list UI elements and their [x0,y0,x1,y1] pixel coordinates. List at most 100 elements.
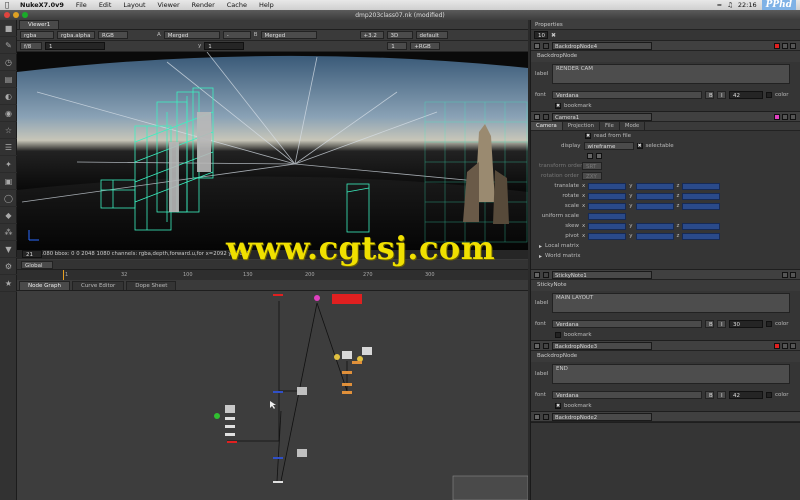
dot-node[interactable] [273,481,283,483]
time-tools-icon[interactable]: ◷ [0,54,17,71]
close-panel-icon[interactable] [790,342,796,349]
read-from-file-checkbox[interactable]: ✖ [585,133,591,139]
b-input-dropdown[interactable]: Merged [260,31,317,39]
menu-edit[interactable]: Edit [93,1,118,9]
read-node[interactable] [297,449,307,457]
node-graph-minimap[interactable] [452,475,528,500]
font-dropdown[interactable]: Verdana [552,91,702,99]
label-textarea[interactable]: MAIN LAYOUT [552,293,790,313]
camera-node[interactable] [332,294,362,304]
channel-tools-icon[interactable]: ▤ [0,71,17,88]
close-all-panels-icon[interactable]: ✖ [551,32,556,39]
menu-help[interactable]: Help [253,1,280,9]
dot-node[interactable] [227,441,237,443]
center-node-icon[interactable] [543,42,549,49]
keyer-tools-icon[interactable]: ☆ [0,122,17,139]
alpha-channel-dropdown[interactable]: rgba.alpha [57,31,95,39]
rotate-z-field[interactable] [682,192,721,200]
collapse-icon[interactable] [534,413,540,420]
tile-color-icon[interactable] [774,342,780,349]
scale-z-field[interactable] [682,202,721,210]
image-tools-icon[interactable]: ■ [0,20,17,37]
tab-curve-editor[interactable]: Curve Editor [71,281,125,290]
tab-viewer1[interactable]: Viewer1 [19,20,60,29]
node-name-field[interactable]: Camera1 [552,112,652,121]
tile-color-icon[interactable] [774,113,780,120]
pivot-y-field[interactable] [635,232,674,240]
tab-dope-sheet[interactable]: Dope Sheet [126,281,177,290]
node-stack[interactable] [214,405,235,436]
color-swatch[interactable] [766,392,772,398]
axis-icon[interactable] [587,153,593,159]
frame-ratio-dropdown[interactable]: 1 [387,42,408,50]
expand-arrow-icon[interactable]: ▸ [539,253,542,260]
other-tools-icon[interactable]: ⚙ [0,258,17,275]
pivot-x-field[interactable] [588,232,627,240]
italic-button[interactable]: I [717,91,726,99]
max-panels-field[interactable]: 10 [534,31,548,39]
color-tools-icon[interactable]: ◐ [0,88,17,105]
current-frame-field[interactable]: 21 [22,250,42,258]
font-dropdown[interactable]: Verdana [552,391,702,399]
italic-button[interactable]: I [717,391,726,399]
label-textarea[interactable]: END [552,364,790,384]
scale-x-field[interactable] [588,202,627,210]
font-size-field[interactable]: 42 [729,91,763,99]
skew-x-field[interactable] [588,222,627,230]
colorspace-dropdown[interactable]: RGB [98,31,128,39]
close-panel-icon[interactable] [790,113,796,120]
tab-mode[interactable]: Mode [620,122,646,130]
zoom-window-icon[interactable] [22,12,28,18]
menu-file[interactable]: File [70,1,93,9]
close-window-icon[interactable] [4,12,10,18]
skew-y-field[interactable] [635,222,674,230]
close-panel-icon[interactable] [790,42,796,49]
collapse-icon[interactable] [534,42,540,49]
skew-z-field[interactable] [682,222,721,230]
menu-viewer[interactable]: Viewer [152,1,186,9]
font-dropdown[interactable]: Verdana [552,320,702,328]
tab-projection[interactable]: Projection [563,122,600,130]
transform-order-dropdown[interactable]: SRT [582,162,602,170]
gamma-field[interactable]: 1 [204,42,245,50]
merge-tools-icon[interactable]: ☰ [0,139,17,156]
rotate-x-field[interactable] [588,192,627,200]
node-graph-canvas[interactable] [17,291,528,500]
3d-tools-icon[interactable]: ▣ [0,173,17,190]
center-node-icon[interactable] [543,342,549,349]
aspect-dropdown[interactable]: +RGB [410,42,441,50]
matrix-icon[interactable] [596,153,602,159]
float-panel-icon[interactable] [782,342,788,349]
global-range-dropdown[interactable]: Global [21,260,53,269]
menubar-clock[interactable]: 22:16 [738,1,757,9]
local-matrix-label[interactable]: Local matrix [545,243,579,249]
menu-layout[interactable]: Layout [117,1,151,9]
collapse-icon[interactable] [534,113,540,120]
world-matrix-label[interactable]: World matrix [545,253,580,259]
scale-y-field[interactable] [635,202,674,210]
f-stop-dropdown[interactable]: f/8 [20,42,42,50]
dot-node[interactable] [273,391,283,393]
timeline-ruler[interactable]: 1 32 100 130 200 270 300 [17,269,528,281]
node-name-field[interactable]: BackdropNode2 [552,412,652,421]
transform-tools-icon[interactable]: ✦ [0,156,17,173]
furnace-tools-icon[interactable]: ★ [0,275,17,292]
rotate-y-field[interactable] [635,192,674,200]
bookmark-checkbox[interactable]: ✖ [555,403,561,409]
tile-color-icon[interactable] [774,42,780,49]
center-node-icon[interactable] [543,271,549,278]
bold-button[interactable]: B [705,320,714,328]
float-panel-icon[interactable] [782,271,788,278]
filter-tools-icon[interactable]: ◉ [0,105,17,122]
read-node[interactable] [297,387,307,395]
bold-button[interactable]: B [705,91,714,99]
a-input-dropdown[interactable]: Merged [163,31,220,39]
collapse-icon[interactable] [534,342,540,349]
node-name-field[interactable]: BackdropNode4 [552,41,652,50]
views-tools-icon[interactable]: ◯ [0,190,17,207]
gain-field[interactable]: 1 [45,42,105,50]
apple-icon[interactable]:  [0,1,14,9]
label-textarea[interactable]: RENDER CAM [552,64,790,84]
dot-node[interactable] [273,457,283,459]
node-name-field[interactable]: StickyNote1 [552,270,652,279]
